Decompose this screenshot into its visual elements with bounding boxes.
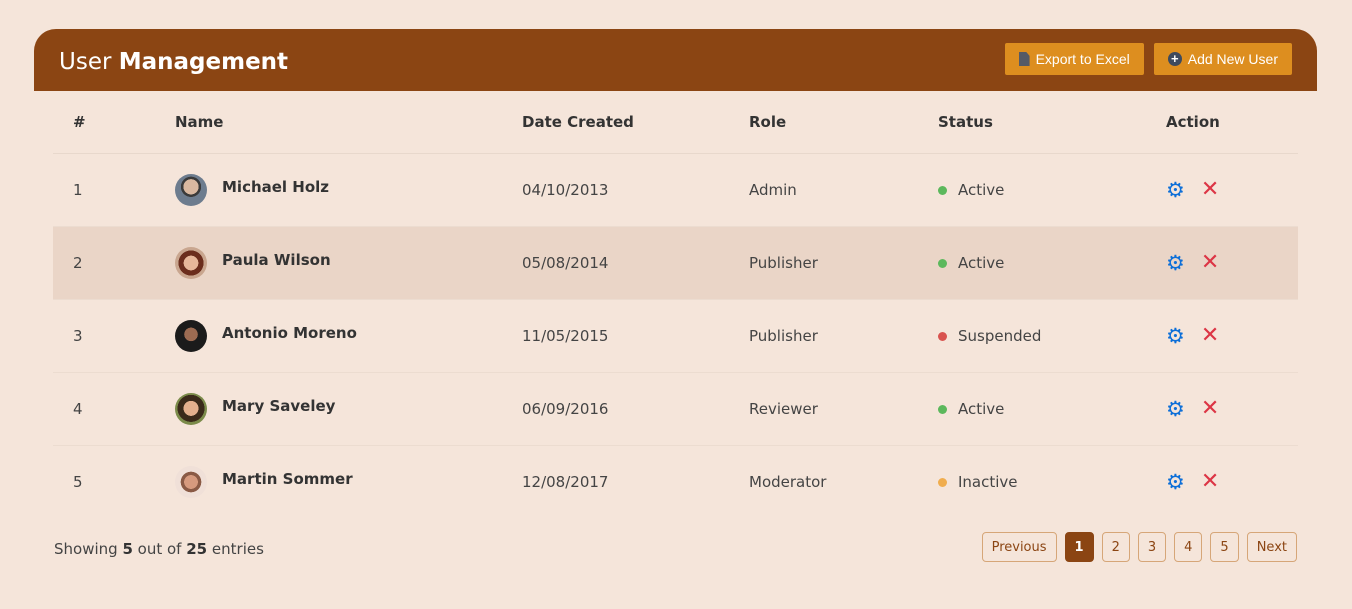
avatar[interactable] bbox=[175, 393, 207, 425]
col-date-created: Date Created bbox=[522, 91, 749, 154]
gear-icon[interactable]: ⚙ bbox=[1166, 471, 1185, 493]
avatar[interactable] bbox=[175, 466, 207, 498]
action-cell: ⚙ ✕ bbox=[1166, 299, 1298, 373]
date-created-cell: 05/08/2014 bbox=[522, 226, 749, 300]
table-row: 2 Paula Wilson 05/08/2014 Publisher Acti… bbox=[53, 226, 1298, 300]
page-title: User Management bbox=[59, 49, 289, 75]
status-text: Inactive bbox=[958, 473, 1018, 491]
status-dot bbox=[938, 185, 947, 195]
row-number: 3 bbox=[53, 299, 175, 373]
next-page-button[interactable]: Next bbox=[1246, 532, 1297, 562]
date-created-cell: 12/08/2017 bbox=[522, 473, 609, 491]
users-table: # Name Date Created Role Status Action 1… bbox=[53, 91, 1298, 518]
status-text: Active bbox=[958, 400, 1005, 418]
file-icon bbox=[1018, 52, 1030, 66]
user-name-link[interactable]: Paula Wilson bbox=[222, 251, 331, 269]
role-cell: Moderator bbox=[749, 473, 827, 491]
gear-icon[interactable]: ⚙ bbox=[1166, 252, 1185, 274]
name-cell: Antonio Moreno bbox=[175, 299, 522, 373]
user-name-link[interactable]: Antonio Moreno bbox=[222, 324, 357, 342]
export-excel-button[interactable]: Export to Excel bbox=[1004, 43, 1144, 75]
col-status: Status bbox=[938, 91, 1166, 154]
table-row: 1 Michael Holz 04/10/2013 Admin Active ⚙… bbox=[53, 153, 1298, 227]
status-cell: Active bbox=[938, 153, 1166, 227]
page-3-button[interactable]: 3 bbox=[1137, 532, 1167, 562]
pagination: Previous 1 2 3 4 5 Next bbox=[981, 532, 1297, 562]
action-cell: ⚙ ✕ bbox=[1166, 372, 1298, 446]
card-header: User Management Export to Excel + Add Ne… bbox=[34, 29, 1317, 91]
close-icon[interactable]: ✕ bbox=[1201, 471, 1219, 493]
col-action: Action bbox=[1166, 91, 1298, 154]
status-cell: Inactive bbox=[938, 446, 1166, 519]
user-name-link[interactable]: Michael Holz bbox=[222, 178, 329, 196]
name-cell: Mary Saveley bbox=[175, 372, 522, 446]
add-user-button[interactable]: + Add New User bbox=[1153, 43, 1292, 75]
row-number: 4 bbox=[53, 372, 175, 446]
page-4-button[interactable]: 4 bbox=[1174, 532, 1203, 562]
role-cell: Publisher bbox=[749, 299, 938, 373]
status-cell: Active bbox=[938, 372, 1166, 446]
date-created-cell: 04/10/2013 bbox=[522, 153, 749, 227]
page-2-button[interactable]: 2 bbox=[1101, 532, 1130, 562]
table-header-row: # Name Date Created Role Status Action bbox=[53, 91, 1298, 154]
total-count: 25 bbox=[186, 540, 208, 558]
shown-count: 5 bbox=[122, 540, 133, 558]
table-row: 3 Antonio Moreno 11/05/2015 Publisher Su… bbox=[53, 299, 1298, 373]
col-role: Role bbox=[749, 91, 938, 154]
row-number: 2 bbox=[53, 226, 175, 300]
avatar[interactable] bbox=[175, 247, 207, 279]
action-cell: ⚙ ✕ bbox=[1166, 226, 1298, 300]
action-cell: ⚙ ✕ bbox=[1166, 446, 1298, 519]
user-name-link[interactable]: Mary Saveley bbox=[222, 397, 335, 415]
user-name-link[interactable]: Martin Sommer bbox=[222, 470, 353, 488]
user-management-card: User Management Export to Excel + Add Ne… bbox=[34, 29, 1317, 580]
add-user-label: Add New User bbox=[1187, 51, 1278, 67]
status-dot bbox=[938, 404, 947, 414]
header-actions: Export to Excel + Add New User bbox=[1004, 43, 1292, 75]
plus-circle-icon: + bbox=[1167, 52, 1182, 66]
status-text: Active bbox=[958, 254, 1005, 272]
row-number: 1 bbox=[53, 153, 175, 227]
page-1-button[interactable]: 1 bbox=[1064, 532, 1094, 562]
col-name: Name bbox=[175, 91, 522, 154]
row-number: 5 bbox=[73, 473, 83, 491]
name-cell: Martin Sommer bbox=[175, 446, 522, 519]
table-row: 5 Martin Sommer 12/08/2017 Moderator Ina… bbox=[53, 446, 1298, 519]
date-created-cell: 11/05/2015 bbox=[522, 299, 749, 373]
name-cell: Michael Holz bbox=[175, 153, 522, 227]
gear-icon[interactable]: ⚙ bbox=[1166, 325, 1185, 347]
status-text: Suspended bbox=[958, 327, 1042, 345]
entries-summary: Showing 5 out of 25 entries bbox=[54, 540, 264, 558]
status-cell: Active bbox=[938, 226, 1166, 300]
table-row: 4 Mary Saveley 06/09/2016 Reviewer Activ… bbox=[53, 372, 1298, 446]
status-text: Active bbox=[958, 181, 1005, 199]
gear-icon[interactable]: ⚙ bbox=[1166, 398, 1185, 420]
close-icon[interactable]: ✕ bbox=[1201, 252, 1219, 274]
role-cell: Publisher bbox=[749, 226, 938, 300]
status-dot bbox=[938, 258, 947, 268]
role-cell: Reviewer bbox=[749, 372, 938, 446]
status-dot bbox=[938, 331, 947, 341]
previous-page-button[interactable]: Previous bbox=[981, 532, 1057, 562]
export-excel-label: Export to Excel bbox=[1035, 51, 1130, 67]
avatar[interactable] bbox=[175, 320, 207, 352]
close-icon[interactable]: ✕ bbox=[1201, 179, 1219, 201]
avatar[interactable] bbox=[175, 174, 207, 206]
col-number: # bbox=[53, 91, 175, 154]
page-5-button[interactable]: 5 bbox=[1210, 532, 1239, 562]
role-cell: Admin bbox=[749, 153, 938, 227]
status-cell: Suspended bbox=[938, 299, 1166, 373]
action-cell: ⚙ ✕ bbox=[1166, 153, 1298, 227]
status-dot bbox=[938, 477, 947, 487]
gear-icon[interactable]: ⚙ bbox=[1166, 179, 1185, 201]
name-cell: Paula Wilson bbox=[175, 226, 522, 300]
close-icon[interactable]: ✕ bbox=[1201, 398, 1219, 420]
date-created-cell: 06/09/2016 bbox=[522, 372, 749, 446]
close-icon[interactable]: ✕ bbox=[1201, 325, 1219, 347]
